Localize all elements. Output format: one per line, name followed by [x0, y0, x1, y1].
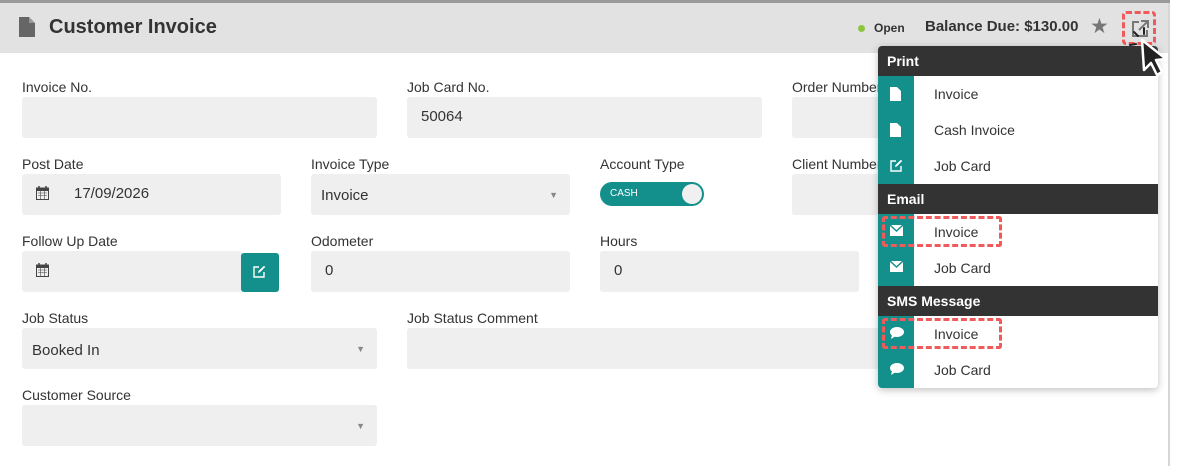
balance-due: Balance Due: $130.00 [925, 18, 1079, 35]
menu-heading-email: Email [878, 184, 1158, 214]
account-type-toggle[interactable]: CASH [600, 182, 704, 206]
envelope-icon [878, 250, 914, 286]
order-number-field[interactable] [792, 97, 892, 138]
document-icon [878, 112, 914, 148]
menu-item-sms-job-card[interactable]: Job Card [878, 352, 1158, 388]
document-icon [878, 76, 914, 112]
calendar-icon [36, 263, 50, 277]
job-card-no-field[interactable]: 50064 [407, 97, 762, 138]
job-card-no-label: Job Card No. [407, 79, 490, 95]
chevron-down-icon: ▼ [549, 190, 558, 200]
menu-item-print-invoice[interactable]: Invoice [878, 76, 1158, 112]
client-number-field[interactable] [792, 174, 892, 215]
odometer-label: Odometer [311, 233, 374, 249]
chevron-down-icon: ▼ [356, 344, 365, 354]
hours-label: Hours [600, 233, 638, 249]
job-status-select[interactable]: Booked In ▼ [22, 328, 377, 369]
order-number-label: Order Number [792, 79, 882, 95]
menu-item-email-job-card[interactable]: Job Card [878, 250, 1158, 286]
post-date-field[interactable]: 17/09/2026 [22, 174, 281, 215]
edit-icon [253, 265, 266, 278]
menu-item-print-cash-invoice[interactable]: Cash Invoice [878, 112, 1158, 148]
post-date-label: Post Date [22, 156, 84, 172]
edit-icon [878, 148, 914, 184]
account-type-label: Account Type [600, 156, 685, 172]
invoice-type-select[interactable]: Invoice ▼ [311, 174, 570, 215]
odometer-field[interactable]: 0 [311, 251, 570, 292]
job-status-comment-label: Job Status Comment [407, 310, 538, 326]
invoice-no-field[interactable] [22, 97, 377, 138]
pointer-cursor-icon [1129, 27, 1168, 77]
calendar-icon [36, 186, 50, 200]
chat-bubble-icon [878, 352, 914, 388]
edit-follow-up-button[interactable] [241, 253, 279, 292]
menu-item-print-job-card[interactable]: Job Card [878, 148, 1158, 184]
star-icon[interactable]: ★ [1090, 16, 1109, 37]
invoice-type-label: Invoice Type [311, 156, 390, 172]
hours-field[interactable]: 0 [600, 251, 859, 292]
job-status-label: Job Status [22, 310, 89, 326]
job-status-comment-field[interactable] [407, 328, 887, 369]
document-icon [19, 17, 35, 37]
follow-up-date-field[interactable] [22, 251, 242, 292]
menu-heading-print: Print [878, 46, 1158, 76]
menu-heading-sms: SMS Message [878, 286, 1158, 316]
highlight-sms-invoice [882, 318, 1002, 349]
status-badge: Open [874, 21, 905, 35]
client-number-label: Client Number [792, 156, 882, 172]
customer-source-select[interactable]: ▼ [22, 405, 377, 446]
highlight-email-invoice [882, 216, 1002, 247]
page-title: Customer Invoice [49, 16, 217, 38]
chevron-down-icon: ▼ [356, 421, 365, 431]
follow-up-date-label: Follow Up Date [22, 233, 118, 249]
status-dot [858, 25, 865, 32]
customer-source-label: Customer Source [22, 387, 131, 403]
toggle-knob [682, 184, 702, 204]
invoice-no-label: Invoice No. [22, 79, 93, 95]
